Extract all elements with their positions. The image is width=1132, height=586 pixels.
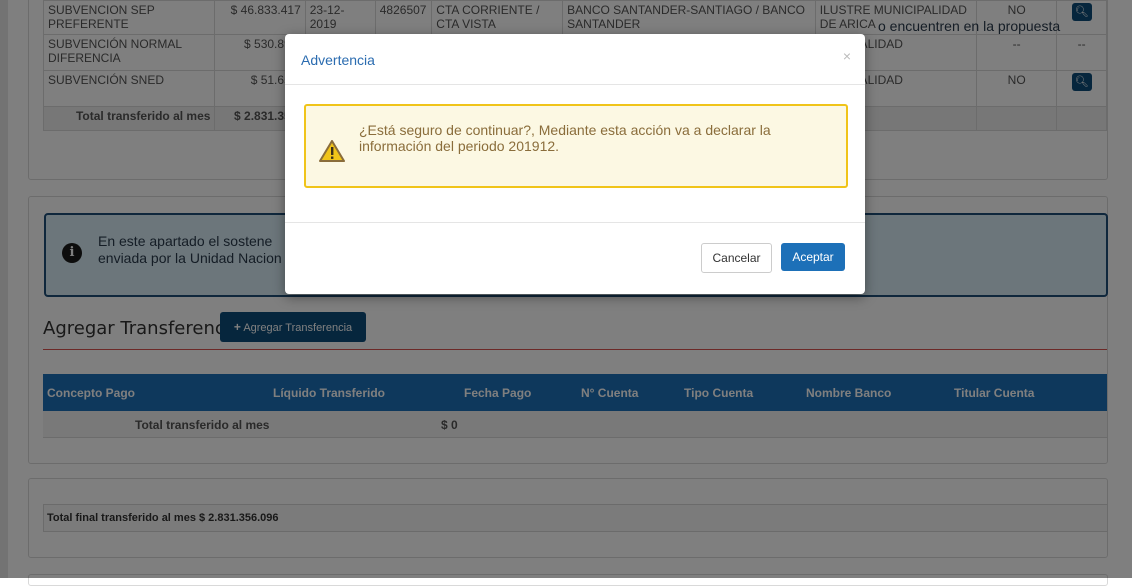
divider <box>285 84 865 85</box>
close-icon[interactable]: × <box>843 48 851 64</box>
warning-message: ¿Está seguro de continuar?, Mediante est… <box>359 122 771 154</box>
confirm-dialog: Advertencia × ¿Está seguro de continuar?… <box>285 34 865 294</box>
divider <box>285 222 865 223</box>
warning-alert: ¿Está seguro de continuar?, Mediante est… <box>304 104 848 188</box>
accept-button[interactable]: Aceptar <box>781 243 845 271</box>
dialog-title: Advertencia <box>301 52 375 68</box>
warning-icon <box>319 140 345 162</box>
cancel-button[interactable]: Cancelar <box>701 243 772 273</box>
